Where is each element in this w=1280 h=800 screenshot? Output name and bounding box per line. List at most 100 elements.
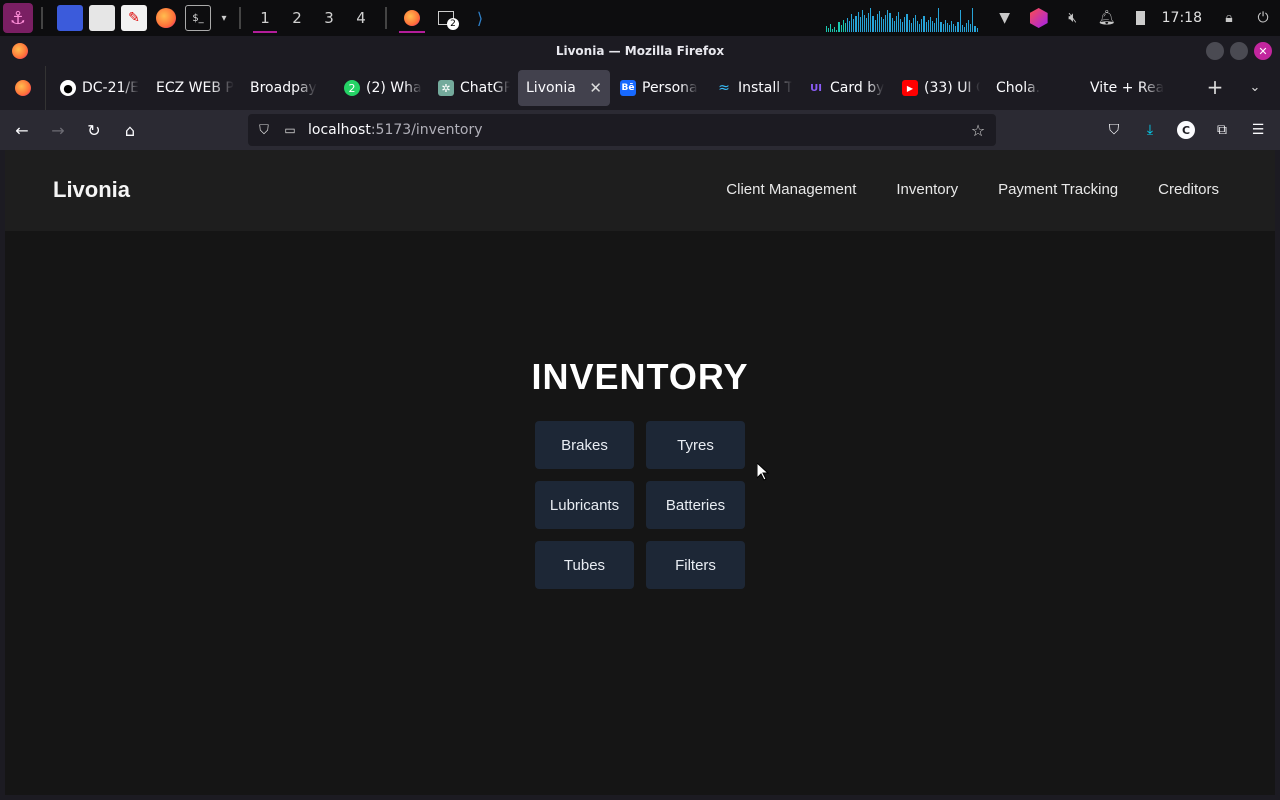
cpu-graph-bar: [880, 17, 883, 32]
cpu-graph-bar: [895, 16, 897, 32]
cpu-graph-bar: [863, 15, 866, 32]
cpu-graph-bar: [929, 17, 931, 32]
power-icon[interactable]: ⏻: [1251, 6, 1275, 30]
cpu-graph-bar: [900, 19, 902, 32]
cpu-graph-bar: [840, 25, 842, 32]
cpu-graph-bar: [968, 20, 970, 32]
cpu-graph-bar: [891, 18, 893, 32]
tracking-protection-icon[interactable]: ⛉: [256, 122, 272, 138]
tab-behance[interactable]: Bē Persona: [612, 70, 708, 106]
tab-broadpay[interactable]: Broadpay: [242, 70, 336, 106]
new-tab-button[interactable]: +: [1204, 75, 1226, 99]
vscode-window-icon[interactable]: ⟩: [463, 0, 497, 36]
list-all-tabs-button[interactable]: ⌄: [1244, 76, 1266, 98]
nav-payment-tracking[interactable]: Payment Tracking: [998, 181, 1118, 198]
tab-youtube[interactable]: ▶ (33) UI C: [894, 70, 988, 106]
cpu-graph-bar: [885, 15, 887, 32]
downloads-icon[interactable]: ⤓: [1136, 116, 1164, 144]
category-tubes-button[interactable]: Tubes: [535, 541, 634, 589]
cpu-graph-bar: [851, 14, 853, 32]
cpu-graph-bar: [938, 8, 940, 32]
cpu-graph-bar: [974, 26, 976, 32]
page-info-icon[interactable]: ▭: [282, 122, 298, 138]
workspace-1[interactable]: 1: [249, 0, 281, 36]
network-icon[interactable]: ▼: [993, 6, 1017, 30]
minimize-button[interactable]: [1206, 42, 1224, 60]
firefox-launcher-icon[interactable]: [153, 5, 179, 31]
back-button[interactable]: ←: [8, 116, 36, 144]
cpu-graph-bar: [976, 28, 978, 32]
cpu-graph-bar: [902, 22, 904, 32]
window-titlebar: Livonia — Mozilla Firefox ✕: [0, 36, 1280, 66]
cpu-graph-bar: [934, 23, 936, 32]
tab-strip: ● DC-21/E ECZ WEB P Broadpay 2 (2) What …: [0, 66, 1280, 110]
tab-chola[interactable]: Chola.: [988, 70, 1082, 106]
whatsapp-icon: 2: [344, 80, 360, 96]
home-button[interactable]: ⌂: [116, 116, 144, 144]
behance-icon: Bē: [620, 80, 636, 96]
cpu-graph-bar: [955, 26, 957, 32]
address-bar[interactable]: ⛉ ▭ localhost:5173/inventory ☆: [248, 114, 996, 146]
cpu-graph-bar: [853, 19, 855, 32]
cpu-graph-bar: [959, 10, 961, 32]
category-brakes-button[interactable]: Brakes: [535, 421, 634, 469]
tab-tailwind[interactable]: ≈ Install T: [708, 70, 800, 106]
app-menu-icon[interactable]: ☰: [1244, 116, 1272, 144]
volume-muted-icon[interactable]: 🔇︎: [1061, 6, 1085, 30]
file-manager-icon[interactable]: [89, 5, 115, 31]
tab-livonia[interactable]: Livonia ✕: [518, 70, 610, 106]
battery-icon[interactable]: [1129, 6, 1153, 30]
text-editor-icon[interactable]: ✎: [121, 5, 147, 31]
forward-button[interactable]: →: [44, 116, 72, 144]
nav-creditors[interactable]: Creditors: [1158, 181, 1219, 198]
tab-github[interactable]: ● DC-21/E: [52, 70, 148, 106]
firefox-window-icon[interactable]: [395, 0, 429, 36]
category-lubricants-button[interactable]: Lubricants: [535, 481, 634, 529]
account-button[interactable]: C: [1172, 116, 1200, 144]
firefox-view-button[interactable]: [0, 66, 46, 110]
kali-menu-icon[interactable]: ⚓︎: [3, 3, 33, 33]
tab-chatgpt[interactable]: ✲ ChatGP: [430, 70, 518, 106]
clock[interactable]: 17:18: [1162, 10, 1202, 26]
chevron-down-icon[interactable]: ▾: [217, 5, 231, 31]
tab-label: (2) What: [366, 80, 422, 96]
nav-client-management[interactable]: Client Management: [726, 181, 856, 198]
category-tyres-button[interactable]: Tyres: [646, 421, 745, 469]
workspace-3[interactable]: 3: [313, 0, 345, 36]
category-filters-button[interactable]: Filters: [646, 541, 745, 589]
tab-whatsapp[interactable]: 2 (2) What: [336, 70, 430, 106]
cpu-graph-bar: [870, 8, 872, 32]
extensions-icon[interactable]: ⧉: [1208, 116, 1236, 144]
firefox-icon: [12, 43, 28, 59]
workspace-2[interactable]: 2: [281, 0, 313, 36]
brand-logo[interactable]: Livonia: [53, 177, 130, 203]
notifications-icon[interactable]: 🔔︎: [1095, 6, 1119, 30]
category-batteries-button[interactable]: Batteries: [646, 481, 745, 529]
bookmark-star-icon[interactable]: ☆: [968, 120, 988, 140]
terminal-launcher-icon[interactable]: $_: [185, 5, 211, 31]
tab-ecz-web[interactable]: ECZ WEB P: [148, 70, 242, 106]
tab-label: Broadpay: [250, 80, 317, 96]
tab-vite-react[interactable]: Vite + React: [1082, 70, 1172, 106]
close-tab-icon[interactable]: ✕: [589, 79, 602, 97]
pocket-icon[interactable]: ⛉: [1100, 116, 1128, 144]
cpu-graph-bar: [923, 16, 925, 32]
maximize-button[interactable]: [1230, 42, 1248, 60]
cpu-graph-bar: [944, 20, 946, 32]
cpu-graph-bar: [931, 21, 934, 32]
app-header: Livonia Client Management Inventory Paym…: [5, 150, 1275, 231]
terminal-window-icon[interactable]: 2: [429, 0, 463, 36]
desktop-icon[interactable]: [57, 5, 83, 31]
tab-label: Install T: [738, 80, 792, 96]
cpu-graph-bar: [844, 23, 846, 32]
nav-inventory[interactable]: Inventory: [896, 181, 958, 198]
url-text[interactable]: localhost:5173/inventory: [308, 122, 483, 138]
close-window-button[interactable]: ✕: [1254, 42, 1272, 60]
tab-card[interactable]: UI Card by: [800, 70, 894, 106]
reload-button[interactable]: ↻: [80, 116, 108, 144]
lock-screen-icon[interactable]: 🔒︎: [1217, 6, 1241, 30]
workspace-4[interactable]: 4: [345, 0, 377, 36]
chatgpt-icon: ✲: [438, 80, 454, 96]
app-tray-icon[interactable]: [1027, 6, 1051, 30]
cpu-graph-bar: [936, 18, 938, 32]
